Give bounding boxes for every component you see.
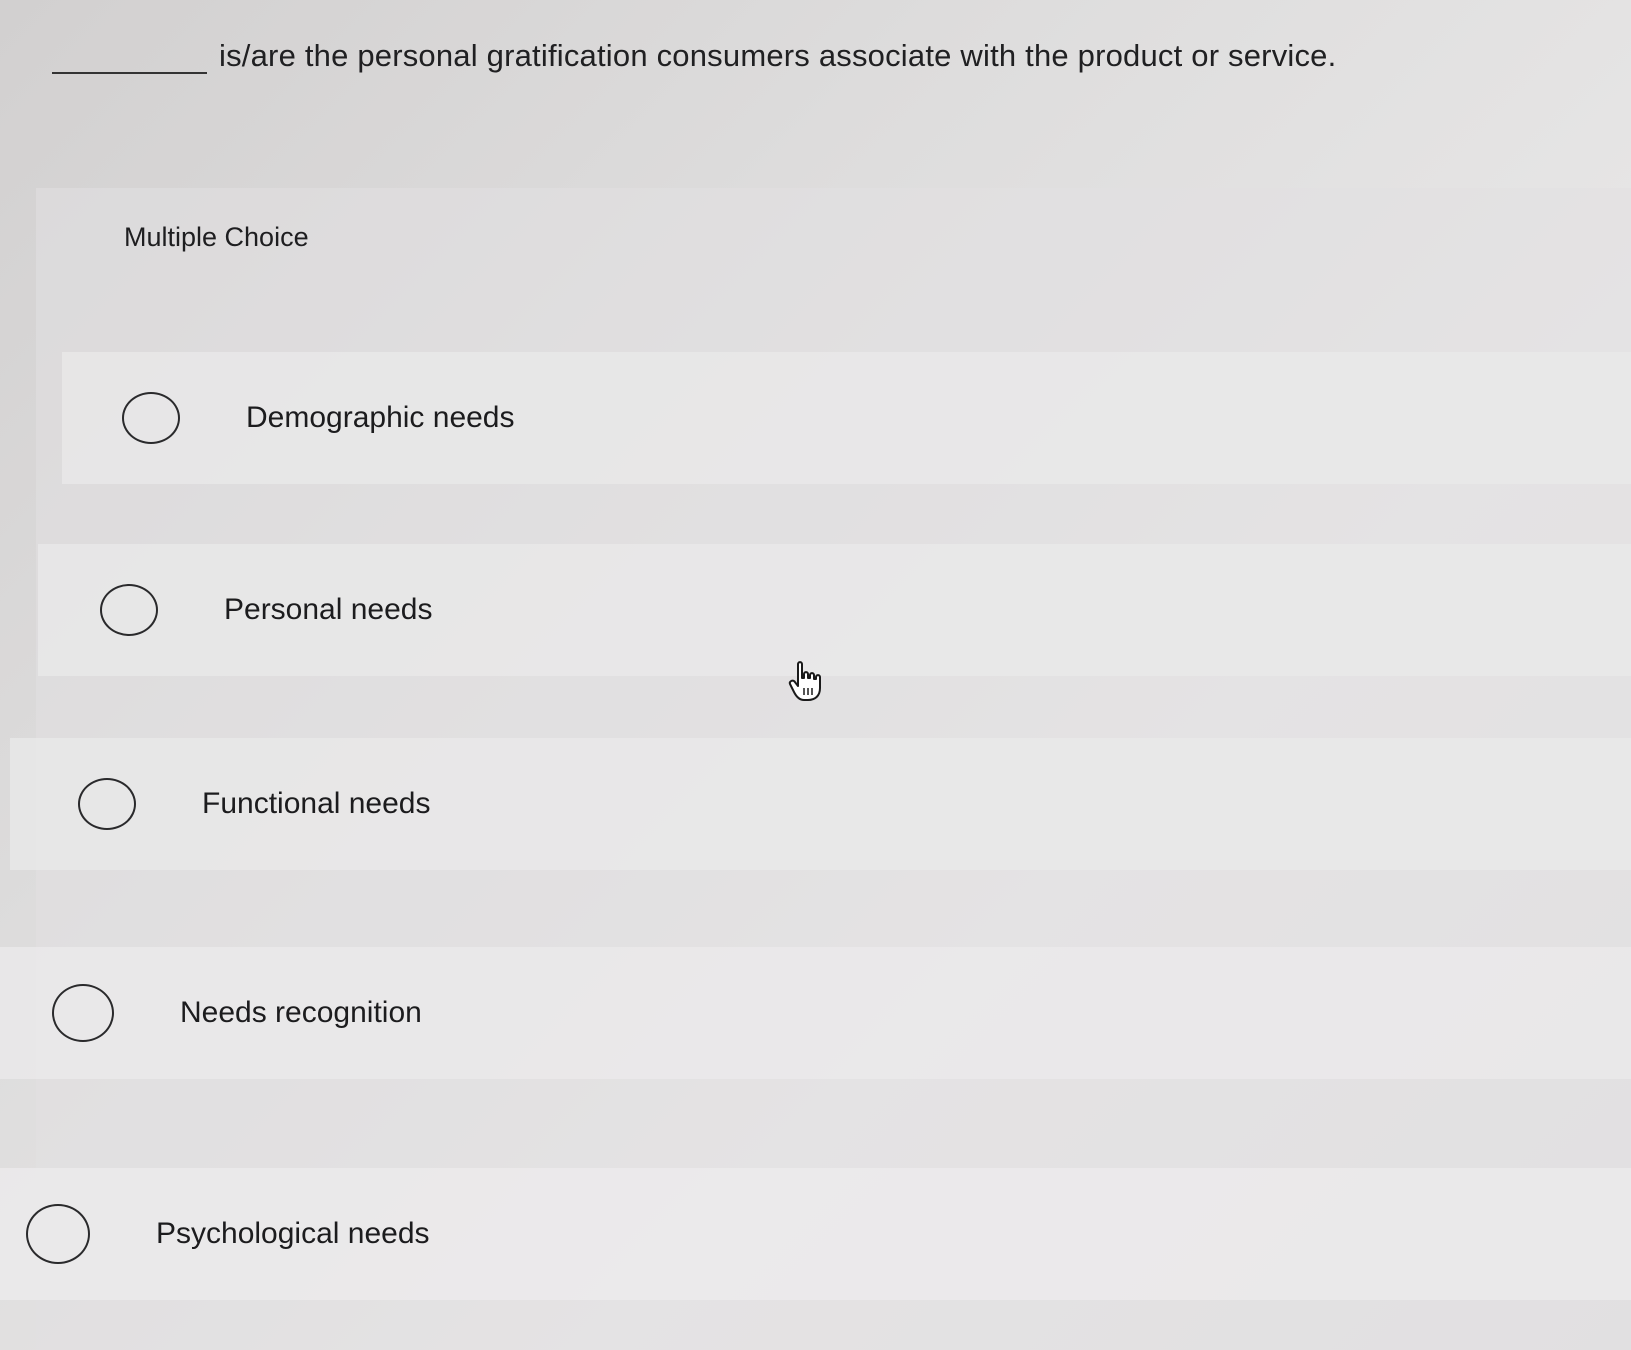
option-label: Needs recognition bbox=[180, 996, 422, 1029]
option-label: Demographic needs bbox=[246, 401, 515, 434]
question-prompt: is/are the personal gratification consum… bbox=[52, 38, 1336, 74]
answer-blank bbox=[52, 38, 207, 74]
question-type-label: Multiple Choice bbox=[124, 222, 309, 252]
option-label: Personal needs bbox=[224, 593, 433, 626]
question-text: is/are the personal gratification consum… bbox=[219, 38, 1337, 73]
option-needs-recognition[interactable]: Needs recognition bbox=[0, 947, 1631, 1079]
radio-button[interactable] bbox=[100, 584, 158, 636]
option-label: Psychological needs bbox=[156, 1217, 430, 1250]
option-label: Functional needs bbox=[202, 787, 431, 820]
radio-button[interactable] bbox=[52, 984, 114, 1042]
option-psychological-needs[interactable]: Psychological needs bbox=[0, 1168, 1631, 1300]
hand-pointer-icon bbox=[788, 661, 821, 701]
option-demographic-needs[interactable]: Demographic needs bbox=[62, 352, 1631, 484]
option-functional-needs[interactable]: Functional needs bbox=[10, 738, 1631, 870]
radio-button[interactable] bbox=[78, 778, 136, 830]
radio-button[interactable] bbox=[122, 392, 180, 444]
option-personal-needs[interactable]: Personal needs bbox=[38, 544, 1631, 676]
radio-button[interactable] bbox=[26, 1204, 90, 1264]
